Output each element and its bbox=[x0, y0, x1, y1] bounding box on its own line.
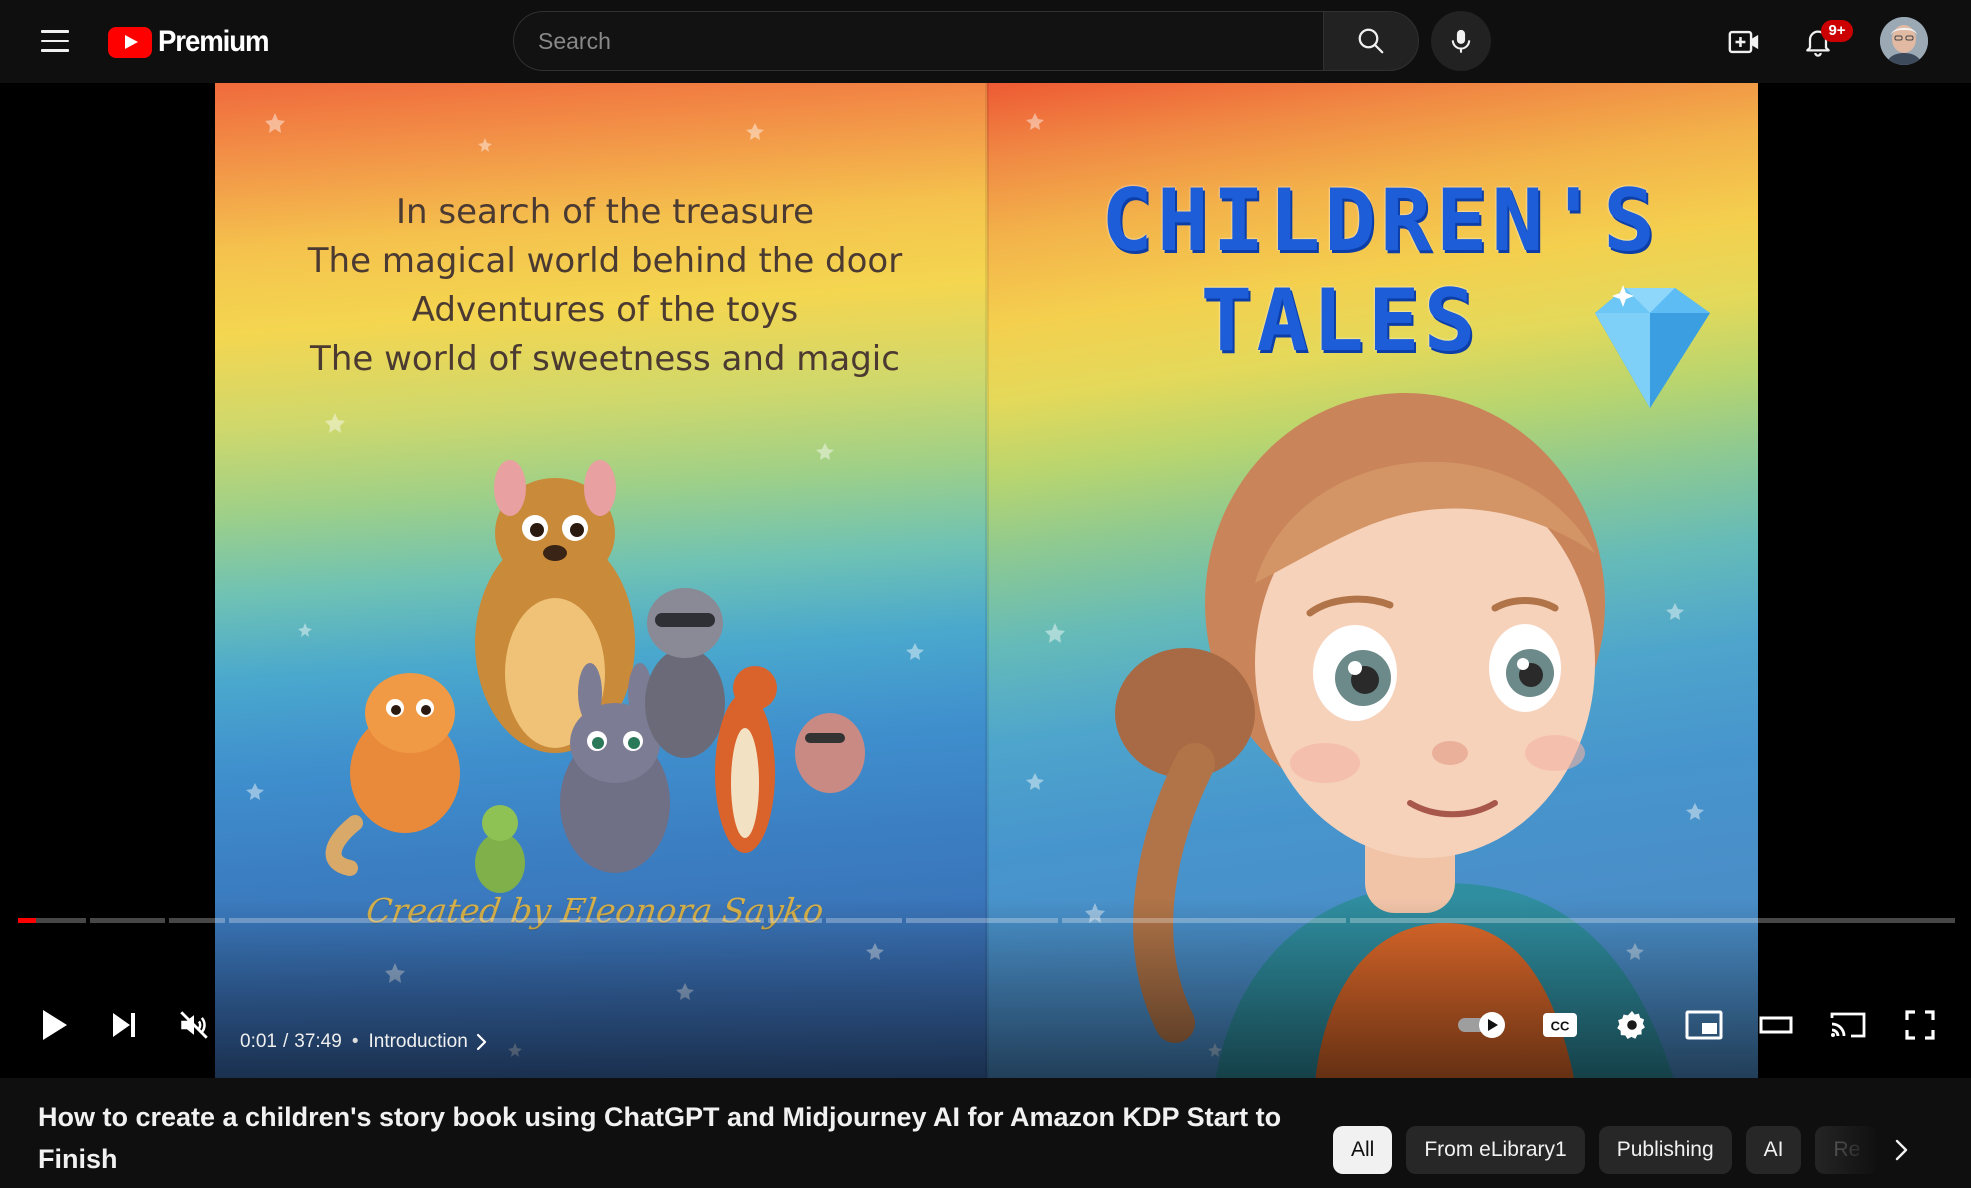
duration: 37:49 bbox=[294, 1031, 342, 1052]
autoplay-icon bbox=[1458, 1012, 1505, 1038]
current-time: 0:01 bbox=[240, 1031, 277, 1052]
chapter-segment[interactable] bbox=[1350, 918, 1955, 923]
notification-count-badge: 9+ bbox=[1821, 20, 1853, 42]
chip-all[interactable]: All bbox=[1333, 1126, 1393, 1174]
chip-from-elibrary1[interactable]: From eLibrary1 bbox=[1406, 1126, 1585, 1174]
progress-played bbox=[18, 918, 36, 923]
theater-mode-button[interactable] bbox=[1756, 1003, 1796, 1047]
logo-text: Premium bbox=[158, 25, 269, 58]
chapter-segment[interactable] bbox=[169, 918, 225, 923]
voice-search-button[interactable] bbox=[1431, 11, 1491, 71]
chapter-segment[interactable] bbox=[229, 918, 764, 923]
search-input[interactable] bbox=[538, 27, 1323, 55]
chip-publishing[interactable]: Publishing bbox=[1598, 1126, 1732, 1174]
play-icon bbox=[43, 1010, 67, 1040]
avatar[interactable] bbox=[1880, 17, 1928, 65]
masthead: Premium 9+ bbox=[0, 0, 1971, 83]
youtube-play-logo-icon bbox=[108, 26, 152, 58]
menu-icon[interactable] bbox=[34, 20, 76, 62]
chapter-title-button[interactable]: Introduction bbox=[368, 1031, 467, 1053]
search-button[interactable] bbox=[1323, 11, 1419, 71]
chapter-segment[interactable] bbox=[906, 918, 1058, 923]
time-display: 0:01 / 37:49 • Introduction bbox=[240, 1031, 488, 1053]
play-button[interactable] bbox=[32, 1003, 76, 1047]
progress-bar[interactable] bbox=[18, 918, 1955, 923]
theater-mode-icon bbox=[1759, 1016, 1793, 1034]
next-button[interactable] bbox=[102, 1003, 146, 1047]
chapter-segment[interactable] bbox=[826, 918, 902, 923]
closed-captions-icon: CC bbox=[1543, 1013, 1577, 1037]
user-avatar-icon bbox=[1880, 17, 1928, 65]
fullscreen-button[interactable] bbox=[1900, 1003, 1940, 1047]
fullscreen-icon bbox=[1905, 1010, 1935, 1040]
miniplayer-button[interactable] bbox=[1684, 1003, 1724, 1047]
microphone-icon bbox=[1451, 29, 1471, 53]
chapter-segment[interactable] bbox=[768, 918, 822, 923]
search-bar bbox=[513, 11, 1419, 71]
tale-list: In search of the treasure The magical wo… bbox=[265, 188, 945, 384]
gear-icon bbox=[1617, 1011, 1645, 1039]
chips-next-button[interactable] bbox=[1880, 1128, 1924, 1172]
time-separator: / bbox=[282, 1031, 289, 1052]
cast-icon bbox=[1830, 1012, 1866, 1038]
tale-title: The world of sweetness and magic bbox=[310, 339, 900, 379]
tale-title: In search of the treasure bbox=[395, 192, 815, 232]
video-player[interactable]: In search of the treasure The magical wo… bbox=[0, 83, 1971, 1078]
volume-muted-icon bbox=[180, 1011, 208, 1039]
skip-next-icon bbox=[113, 1013, 135, 1037]
tale-title: The magical world behind the door bbox=[307, 241, 903, 281]
video-title: How to create a children's story book us… bbox=[38, 1102, 1282, 1174]
settings-button[interactable] bbox=[1612, 1003, 1652, 1047]
search-icon bbox=[1358, 28, 1384, 54]
mute-button[interactable] bbox=[172, 1003, 216, 1047]
cast-button[interactable] bbox=[1828, 1003, 1868, 1047]
create-button[interactable] bbox=[1722, 20, 1766, 64]
autoplay-toggle[interactable] bbox=[1456, 1003, 1512, 1047]
chip-ai[interactable]: AI bbox=[1745, 1126, 1802, 1174]
tale-title: Adventures of the toys bbox=[411, 290, 799, 330]
chevron-right-icon bbox=[1895, 1139, 1908, 1161]
miniplayer-icon bbox=[1685, 1010, 1723, 1040]
book-title-line1: CHILDREN'S bbox=[1101, 171, 1659, 271]
subtitles-button[interactable]: CC bbox=[1540, 1003, 1580, 1047]
chapter-segment[interactable] bbox=[1062, 918, 1346, 923]
chapter-segment[interactable] bbox=[90, 918, 165, 923]
chevron-right-icon[interactable] bbox=[476, 1033, 488, 1051]
search-box[interactable] bbox=[513, 11, 1323, 71]
chapter-separator: • bbox=[351, 1031, 359, 1052]
create-video-icon bbox=[1728, 30, 1759, 54]
youtube-premium-logo[interactable]: Premium bbox=[108, 24, 278, 60]
svg-text:CC: CC bbox=[1551, 1019, 1570, 1034]
animal-friends-illustration bbox=[325, 460, 865, 893]
